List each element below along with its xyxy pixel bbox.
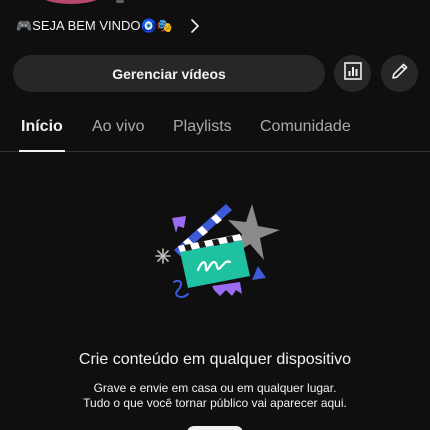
empty-state-subtitle-line2: Tudo o que você tornar público vai apare… xyxy=(83,396,347,410)
manage-videos-button[interactable]: Gerenciar vídeos xyxy=(13,55,325,92)
channel-screen: 🎮SEJA BEM VINDO🧿🎭 Gerenciar vídeos Iníci… xyxy=(0,0,430,430)
burst-shape xyxy=(155,248,171,264)
tab-inicio[interactable]: Início xyxy=(19,105,65,152)
channel-action-row: Gerenciar vídeos xyxy=(13,55,418,92)
channel-tabs: Início Ao vivo Playlists Comunidade xyxy=(0,105,430,152)
triangle-shape xyxy=(252,266,266,280)
chevron-right-icon[interactable] xyxy=(185,16,205,36)
empty-state-subtitle: Grave e envie em casa ou em qualquer lug… xyxy=(0,381,430,411)
create-button[interactable] xyxy=(187,426,243,430)
empty-state-title: Crie conteúdo em qualquer dispositivo xyxy=(78,351,352,368)
tab-playlists[interactable]: Playlists xyxy=(173,105,232,149)
confetti-shape xyxy=(172,216,186,233)
empty-state-subtitle-line1: Grave e envie em casa ou em qualquer lug… xyxy=(93,381,337,395)
zigzag-shape xyxy=(212,282,242,296)
tab-comunidade[interactable]: Comunidade xyxy=(260,105,351,149)
squiggle-shape xyxy=(173,279,189,298)
pencil-icon xyxy=(390,61,410,86)
tab-ao-vivo[interactable]: Ao vivo xyxy=(92,105,144,149)
avatar-edge-detail xyxy=(116,0,124,3)
analytics-button[interactable] xyxy=(334,55,371,92)
channel-description-row[interactable]: 🎮SEJA BEM VINDO🧿🎭 xyxy=(16,16,205,36)
edit-channel-button[interactable] xyxy=(381,55,418,92)
avatar[interactable] xyxy=(36,0,106,4)
clapperboard-illustration xyxy=(150,196,285,308)
bar-chart-icon xyxy=(343,61,363,86)
channel-description: 🎮SEJA BEM VINDO🧿🎭 xyxy=(16,18,173,33)
